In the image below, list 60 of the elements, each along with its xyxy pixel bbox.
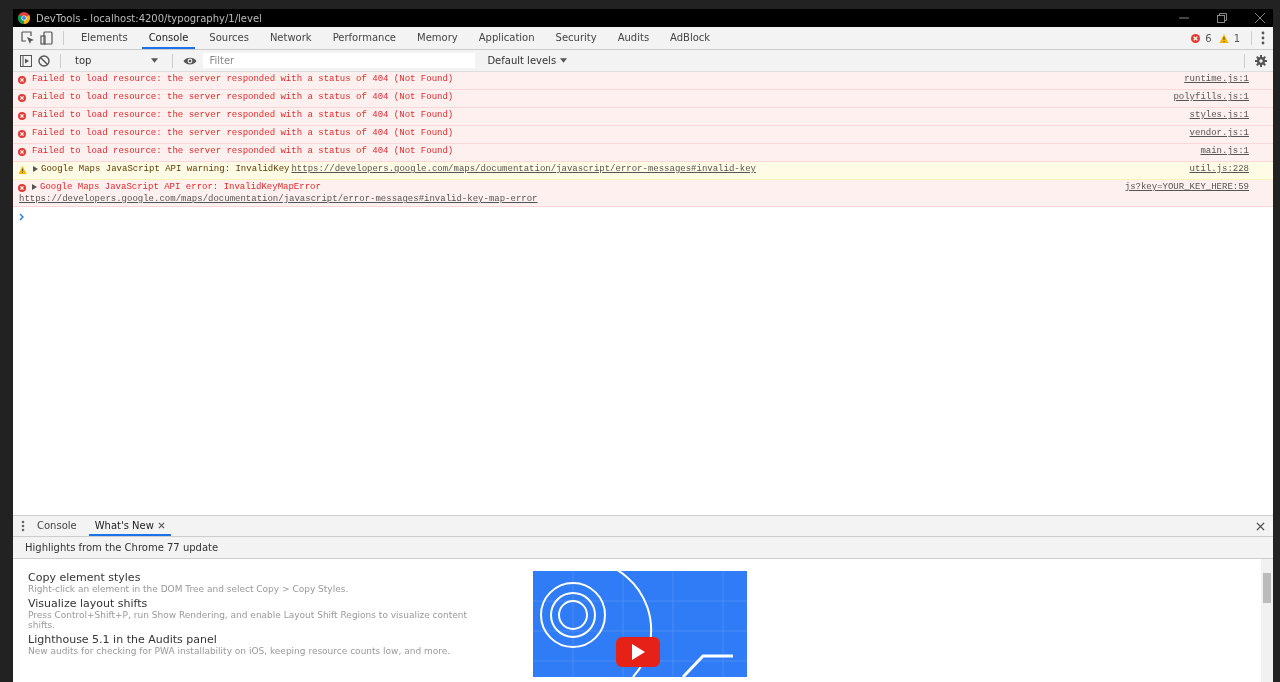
- clear-icon[interactable]: [38, 54, 50, 67]
- drawer-menu-icon[interactable]: [21, 520, 25, 532]
- message-text: Google Maps JavaScript API warning: InvalidKey: [41, 164, 290, 174]
- panel-tab[interactable]: Memory: [410, 27, 465, 49]
- message-text: Failed to load resource: the server responded with a status of 404 (Not Found): [32, 146, 454, 156]
- message-link[interactable]: https://developers.google.com/maps/documentation/javascript/error-messages#invalid-key: [291, 164, 756, 174]
- feature-description: Right-click an element in the DOM Tree and select Copy > Copy Styles.: [28, 584, 350, 594]
- source-link[interactable]: main.js:1: [1200, 146, 1249, 156]
- device-icon[interactable]: [40, 31, 54, 45]
- message-text: Failed to load resource: the server responded with a status of 404 (Not Found): [32, 74, 454, 84]
- panel-tab[interactable]: Security: [548, 27, 604, 49]
- restore-icon[interactable]: [1217, 13, 1227, 23]
- panel-tab[interactable]: Network: [262, 27, 319, 49]
- source-link[interactable]: styles.js:1: [1189, 110, 1249, 120]
- error-count: 6: [1205, 32, 1212, 44]
- more-icon[interactable]: [1261, 31, 1265, 45]
- panel-tab[interactable]: AdBlock: [663, 27, 718, 49]
- inspect-icon[interactable]: [21, 31, 35, 45]
- feature-title: Visualize layout shifts: [28, 597, 149, 610]
- panel-tab[interactable]: Performance: [325, 27, 404, 49]
- message-text: Failed to load resource: the server responded with a status of 404 (Not Found): [32, 92, 454, 102]
- warning-icon: [1218, 33, 1229, 43]
- message-link[interactable]: https://developers.google.com/maps/documentation/javascript/error-messages#invalid-key-map-error: [19, 194, 538, 204]
- levels-dropdown[interactable]: Default levels: [481, 54, 574, 67]
- eye-icon[interactable]: [183, 55, 198, 66]
- sidebar-icon[interactable]: [20, 54, 32, 67]
- close-icon[interactable]: [1255, 13, 1265, 23]
- drawer-header: Highlights from the Chrome 77 update: [13, 537, 1273, 559]
- warning-count: 1: [1233, 32, 1240, 44]
- chrome-logo-icon: [18, 12, 30, 24]
- source-link[interactable]: js?key=YOUR_KEY_HERE:59: [1124, 182, 1249, 192]
- feature-title: Copy element styles: [28, 571, 142, 584]
- panel-tab[interactable]: Application: [471, 27, 542, 49]
- close-icon[interactable]: [157, 521, 165, 529]
- prompt-icon[interactable]: [19, 213, 24, 221]
- settings-icon[interactable]: [1255, 54, 1267, 67]
- source-link[interactable]: vendor.js:1: [1189, 128, 1249, 138]
- feature-title: Lighthouse 5.1 in the Audits panel: [28, 633, 218, 646]
- close-icon[interactable]: [1256, 521, 1265, 531]
- error-icon: [1191, 33, 1201, 43]
- expand-arrow-icon[interactable]: [33, 166, 38, 172]
- panel-tab[interactable]: Elements: [74, 27, 135, 49]
- message-text: Google Maps JavaScript API error: InvalidKeyMapError: [40, 182, 321, 192]
- message-text: Failed to load resource: the server responded with a status of 404 (Not Found): [32, 128, 454, 138]
- message-text: Failed to load resource: the server responded with a status of 404 (Not Found): [32, 110, 454, 120]
- feature-description: Press Control+Shift+P, run Show Rendering, and enable Layout Shift Regions to visualize content shifts.: [28, 610, 469, 630]
- window-title: DevTools - localhost:4200/typography/1/level: [36, 12, 262, 24]
- panel-tab[interactable]: Audits: [610, 27, 657, 49]
- feature-description: New audits for checking for PWA installability on iOS, keeping resource counts low, and more.: [28, 646, 452, 656]
- caret-icon: [151, 58, 159, 63]
- source-link[interactable]: util.js:228: [1189, 164, 1249, 174]
- context-select[interactable]: top: [71, 55, 163, 66]
- scrollbar[interactable]: [1261, 559, 1273, 682]
- expand-arrow-icon[interactable]: [32, 184, 37, 190]
- source-link[interactable]: polyfills.js:1: [1173, 92, 1249, 102]
- filter-field[interactable]: Filter: [203, 53, 476, 68]
- panel-tab[interactable]: Sources: [202, 27, 256, 49]
- source-link[interactable]: runtime.js:1: [1184, 74, 1249, 84]
- caret-icon: [560, 58, 568, 63]
- drawer-tab[interactable]: Console: [31, 516, 83, 536]
